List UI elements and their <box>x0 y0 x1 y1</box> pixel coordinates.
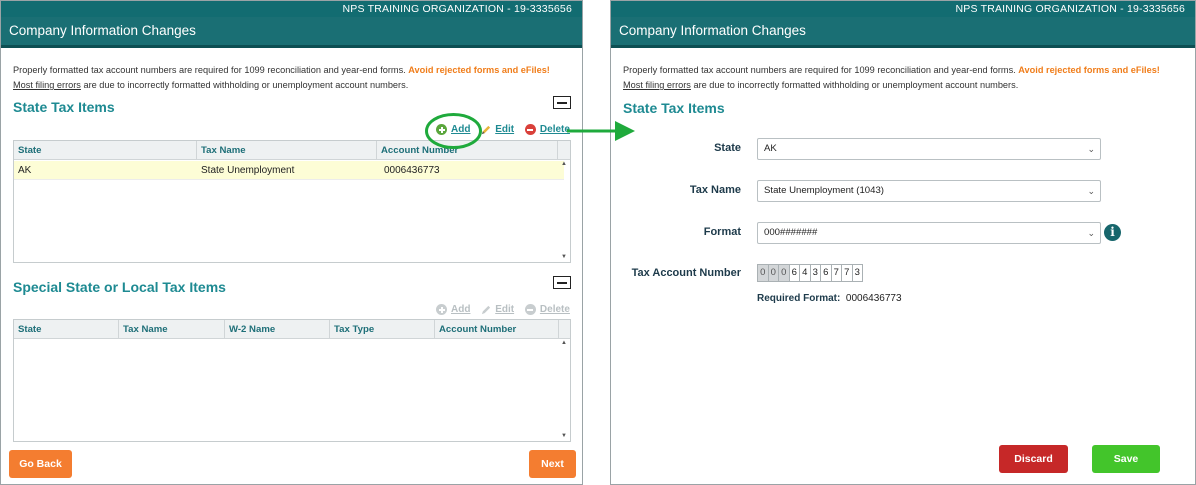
delete-label: Delete <box>539 304 570 315</box>
col-tax-type[interactable]: Tax Type <box>330 320 435 339</box>
title-underline <box>1 45 582 48</box>
table-row[interactable]: AK State Unemployment 0006436773 <box>14 161 564 180</box>
tax-name-label: Tax Name <box>689 184 741 196</box>
edit-state-tax-button[interactable]: Edit <box>481 124 514 135</box>
add-label: Add <box>451 304 471 315</box>
scroll-up-arrow[interactable]: ▲ <box>561 161 567 167</box>
required-format-value: 0006436773 <box>845 293 902 304</box>
intro-line2: are due to incorrectly formatted withhol… <box>690 80 1019 90</box>
chevron-down-icon: ⌄ <box>1087 228 1095 238</box>
tax-account-number-label: Tax Account Number <box>631 267 741 279</box>
minus-circle-icon <box>524 304 536 315</box>
col-account-number[interactable]: Account Number <box>435 320 559 339</box>
col-state[interactable]: State <box>14 141 197 160</box>
chevron-down-icon: ⌄ <box>1087 186 1095 196</box>
grid-header: State Tax Name Account Number <box>14 141 570 160</box>
intro-text: Properly formatted tax account numbers a… <box>623 63 1160 93</box>
info-icon[interactable]: i <box>1104 224 1121 241</box>
intro-line1: Properly formatted tax account numbers a… <box>13 65 409 75</box>
scroll-up-arrow[interactable]: ▲ <box>561 340 567 346</box>
state-tax-grid: State Tax Name Account Number AK State U… <box>13 140 571 263</box>
page-title: Company Information Changes <box>1 17 582 45</box>
col-tax-name[interactable]: Tax Name <box>119 320 225 339</box>
intro-line2: are due to incorrectly formatted withhol… <box>80 80 409 90</box>
title-underline <box>611 45 1195 48</box>
tax-name-select[interactable]: State Unemployment (1043) ⌄ <box>757 180 1101 202</box>
next-button[interactable]: Next <box>529 450 576 478</box>
format-label: Format <box>703 226 741 238</box>
scroll-down-arrow[interactable]: ▼ <box>561 433 567 439</box>
add-state-tax-panel: NPS TRAINING ORGANIZATION - 19-3335656 C… <box>610 0 1196 485</box>
digit-box[interactable]: 3 <box>851 264 863 282</box>
collapse-icon[interactable] <box>553 96 571 109</box>
delete-special-tax-button[interactable]: Delete <box>524 304 570 315</box>
delete-state-tax-button[interactable]: Delete <box>524 124 570 135</box>
delete-label: Delete <box>539 124 570 135</box>
intro-warning: Avoid rejected forms and eFiles! <box>408 65 550 75</box>
intro-line1: Properly formatted tax account numbers a… <box>623 65 1019 75</box>
special-tax-actions: Add Edit Delete <box>428 304 570 318</box>
page-title: Company Information Changes <box>611 17 1195 45</box>
minus-circle-icon <box>524 124 536 135</box>
required-format: Required Format: 0006436773 <box>757 293 902 304</box>
filing-errors-link[interactable]: Most filing errors <box>623 80 691 90</box>
collapse-icon[interactable] <box>553 276 571 289</box>
state-tax-items-title: State Tax Items <box>623 100 725 116</box>
col-w2-name[interactable]: W-2 Name <box>225 320 330 339</box>
state-tax-items-title: State Tax Items <box>13 99 115 115</box>
filing-errors-link[interactable]: Most filing errors <box>13 80 81 90</box>
organization-label: NPS TRAINING ORGANIZATION - 19-3335656 <box>611 1 1195 17</box>
col-tax-name[interactable]: Tax Name <box>197 141 377 160</box>
add-special-tax-button[interactable]: Add <box>436 304 470 315</box>
save-button[interactable]: Save <box>1092 445 1160 473</box>
intro-warning: Avoid rejected forms and eFiles! <box>1018 65 1160 75</box>
special-tax-items-title: Special State or Local Tax Items <box>13 279 226 295</box>
cell-account: 0006436773 <box>384 165 440 176</box>
chevron-down-icon: ⌄ <box>1087 144 1095 154</box>
go-back-button[interactable]: Go Back <box>9 450 72 478</box>
discard-button[interactable]: Discard <box>999 445 1068 473</box>
cell-tax-name: State Unemployment <box>201 165 295 176</box>
arrow-icon <box>567 121 635 141</box>
scroll-down-arrow[interactable]: ▼ <box>561 254 567 260</box>
format-select-value: 000####### <box>764 227 818 238</box>
format-select[interactable]: 000####### ⌄ <box>757 222 1101 244</box>
tax-account-number-input[interactable]: 0 0 0 6 4 3 6 7 7 3 <box>757 264 863 282</box>
grid-header: State Tax Name W-2 Name Tax Type Account… <box>14 320 570 339</box>
highlight-circle <box>425 113 482 149</box>
state-select[interactable]: AK ⌄ <box>757 138 1101 160</box>
pencil-icon <box>482 305 491 315</box>
edit-label: Edit <box>495 304 515 315</box>
required-format-label: Required Format: <box>757 293 841 304</box>
state-select-value: AK <box>764 143 777 154</box>
company-info-list-panel: NPS TRAINING ORGANIZATION - 19-3335656 C… <box>0 0 583 485</box>
edit-label: Edit <box>495 124 515 135</box>
organization-label: NPS TRAINING ORGANIZATION - 19-3335656 <box>1 1 582 17</box>
plus-circle-icon <box>436 304 447 315</box>
col-state[interactable]: State <box>14 320 119 339</box>
special-tax-grid: State Tax Name W-2 Name Tax Type Account… <box>13 319 571 442</box>
tax-name-select-value: State Unemployment (1043) <box>764 185 884 196</box>
intro-text: Properly formatted tax account numbers a… <box>13 63 550 93</box>
cell-state: AK <box>18 165 32 176</box>
edit-special-tax-button[interactable]: Edit <box>481 304 514 315</box>
